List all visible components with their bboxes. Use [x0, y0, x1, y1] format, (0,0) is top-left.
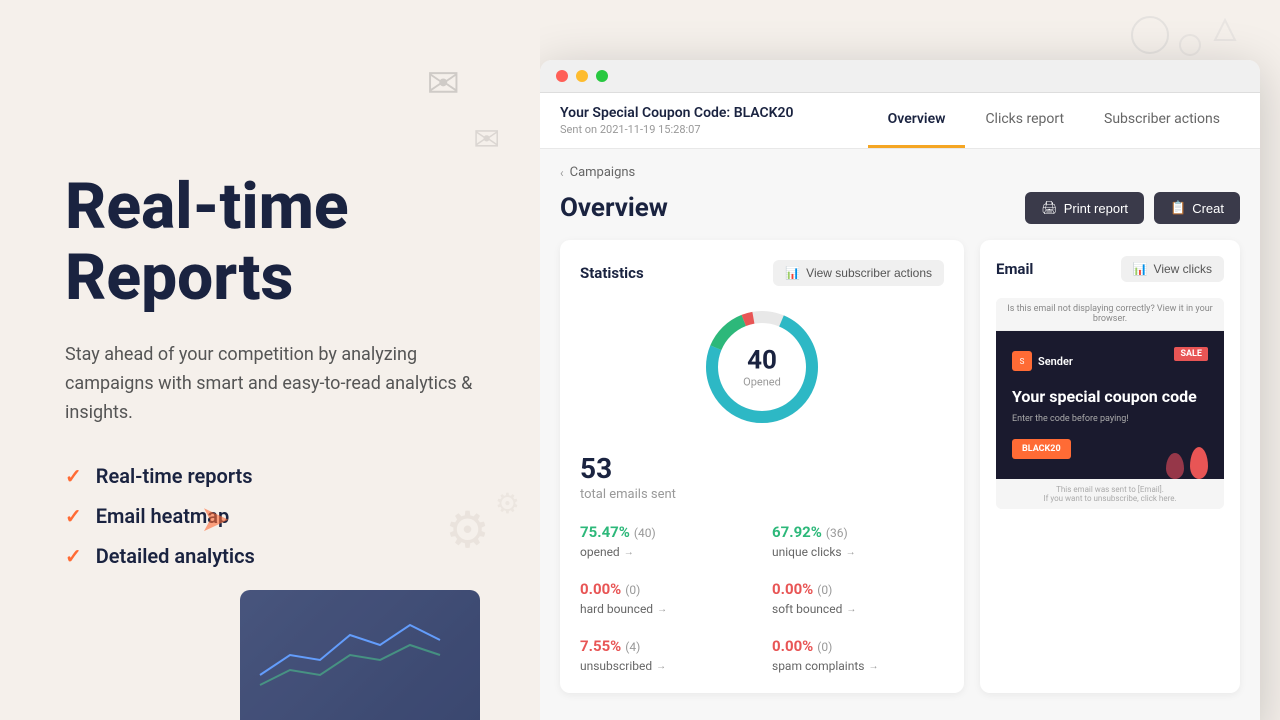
stat-spam-label: spam complaints →: [772, 659, 944, 673]
stat-soft-bounce: 0.00% (0) soft bounced →: [772, 579, 944, 616]
page-title: Overview: [560, 193, 668, 223]
stat-opened-label: opened →: [580, 545, 752, 559]
email-card: Email 📊 View clicks Is this email not di…: [980, 240, 1240, 693]
chart-icon: 📊: [785, 266, 800, 280]
feature-list: ✓ Real-time reports ✓ Email heatmap ✓ De…: [65, 464, 480, 568]
campaign-date: Sent on 2021-11-19 15:28:07: [560, 123, 868, 136]
check-icon-3: ✓: [65, 544, 82, 568]
stat-unsub-value: 7.55% (4): [580, 636, 752, 655]
stat-clicks-value: 67.92% (36): [772, 522, 944, 541]
create-button[interactable]: 📋 Creat: [1154, 192, 1240, 224]
browser-window: Your Special Coupon Code: BLACK20 Sent o…: [540, 60, 1260, 720]
feature-label-2: Email heatmap: [96, 504, 230, 528]
content-area: ‹ Campaigns Overview 🖨 Print report 📋 Cr…: [540, 149, 1260, 720]
donut-label: Opened: [743, 376, 781, 389]
feature-item-3: ✓ Detailed analytics: [65, 544, 480, 568]
stat-unsubscribed: 7.55% (4) unsubscribed →: [580, 636, 752, 673]
chart-area: 40 Opened: [580, 302, 944, 432]
email-heading: Your special coupon code: [1012, 387, 1208, 408]
breadcrumb: ‹ Campaigns: [560, 165, 1240, 180]
email-subtext: Enter the code before paying!: [1012, 414, 1208, 424]
email-top-bar: Is this email not displaying correctly? …: [996, 298, 1224, 331]
email-logo-text: Sender: [1038, 355, 1073, 368]
statistics-card-header: Statistics 📊 View subscriber actions: [580, 260, 944, 286]
feature-label-3: Detailed analytics: [96, 544, 255, 568]
stat-clicks-label: unique clicks →: [772, 545, 944, 559]
stat-hard-bounce-value: 0.00% (0): [580, 579, 752, 598]
donut-chart: 40 Opened: [697, 302, 827, 432]
chart-icon-2: 📊: [1133, 262, 1148, 276]
feature-item-2: ✓ Email heatmap: [65, 504, 480, 528]
tab-clicks-report[interactable]: Clicks report: [965, 93, 1084, 148]
main-title: Real-time Reports: [65, 172, 480, 313]
statistics-card: Statistics 📊 View subscriber actions: [560, 240, 964, 693]
subtitle: Stay ahead of your competition by analyz…: [65, 341, 480, 427]
tab-overview[interactable]: Overview: [868, 93, 966, 148]
total-sent-number: 53: [580, 452, 944, 485]
email-card-header: Email 📊 View clicks: [996, 256, 1224, 282]
tablet-deco: [240, 590, 480, 720]
donut-number: 40: [743, 346, 781, 376]
campaign-info: Your Special Coupon Code: BLACK20 Sent o…: [560, 93, 868, 148]
balloon-red: [1190, 447, 1208, 479]
stat-hard-bounce: 0.00% (0) hard bounced →: [580, 579, 752, 616]
email-footer: This email was sent to [Email]. If you w…: [996, 479, 1224, 509]
email-preview: Is this email not displaying correctly? …: [996, 298, 1224, 509]
feature-label-1: Real-time reports: [96, 464, 253, 488]
print-report-button[interactable]: 🖨 Print report: [1025, 192, 1144, 224]
stat-opened: 75.47% (40) opened →: [580, 522, 752, 559]
browser-dot-red[interactable]: [556, 70, 568, 82]
balloon-pink: [1166, 453, 1184, 479]
stat-spam-value: 0.00% (0): [772, 636, 944, 655]
check-icon-2: ✓: [65, 504, 82, 528]
browser-dot-green[interactable]: [596, 70, 608, 82]
email-coupon-btn: BLACK20: [1012, 439, 1071, 459]
stat-unique-clicks: 67.92% (36) unique clicks →: [772, 522, 944, 559]
email-sale-badge: SALE: [1174, 347, 1208, 361]
email-dark-section: S Sender SALE Your special coupon code E…: [996, 331, 1224, 479]
feature-item-1: ✓ Real-time reports: [65, 464, 480, 488]
total-sent: 53 total emails sent: [580, 452, 944, 502]
view-clicks-button[interactable]: 📊 View clicks: [1121, 256, 1224, 282]
left-panel: ✉ ✉ ➤ ⚙ ⚙ Real-time Reports Stay ahead o…: [0, 0, 540, 720]
stat-spam: 0.00% (0) spam complaints →: [772, 636, 944, 673]
nav-tabs: Overview Clicks report Subscriber action…: [868, 93, 1240, 148]
email-balloons: [1166, 447, 1208, 479]
breadcrumb-campaigns[interactable]: Campaigns: [570, 165, 636, 180]
stat-unsub-label: unsubscribed →: [580, 659, 752, 673]
tab-bar: Your Special Coupon Code: BLACK20 Sent o…: [540, 93, 1260, 149]
campaign-title: Your Special Coupon Code: BLACK20: [560, 105, 868, 121]
breadcrumb-arrow: ‹: [560, 166, 564, 180]
total-sent-label: total emails sent: [580, 487, 944, 502]
page-header: Overview 🖨 Print report 📋 Creat: [560, 192, 1240, 224]
create-icon: 📋: [1170, 200, 1186, 216]
header-actions: 🖨 Print report 📋 Creat: [1025, 192, 1240, 224]
print-icon: 🖨: [1041, 200, 1058, 216]
statistics-title: Statistics: [580, 264, 644, 282]
view-subscriber-actions-button[interactable]: 📊 View subscriber actions: [773, 260, 944, 286]
email-card-title: Email: [996, 260, 1033, 278]
email-logo-icon: S: [1012, 351, 1032, 371]
tab-subscriber-actions[interactable]: Subscriber actions: [1084, 93, 1240, 148]
stat-soft-bounce-value: 0.00% (0): [772, 579, 944, 598]
chart-svg-deco: [250, 605, 470, 695]
envelope-deco-1: ✉: [426, 60, 460, 107]
browser-dot-yellow[interactable]: [576, 70, 588, 82]
envelope-deco-2: ✉: [473, 120, 500, 158]
stats-grid: 75.47% (40) opened → 67.92% (36): [580, 522, 944, 673]
donut-center: 40 Opened: [743, 346, 781, 389]
browser-chrome: [540, 60, 1260, 93]
main-grid: Statistics 📊 View subscriber actions: [560, 240, 1240, 693]
check-icon-1: ✓: [65, 464, 82, 488]
gear-deco-small: ⚙: [495, 487, 520, 520]
right-panel: Your Special Coupon Code: BLACK20 Sent o…: [540, 0, 1280, 720]
stat-soft-bounce-label: soft bounced →: [772, 602, 944, 616]
stat-hard-bounce-label: hard bounced →: [580, 602, 752, 616]
stat-opened-value: 75.47% (40): [580, 522, 752, 541]
